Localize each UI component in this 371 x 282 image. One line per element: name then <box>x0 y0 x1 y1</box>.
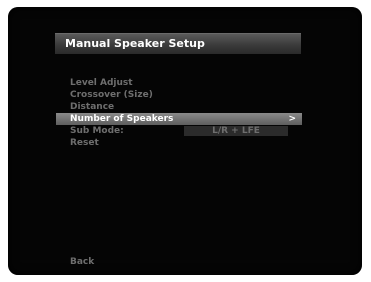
menu-item-label: Sub Mode: <box>70 126 124 136</box>
menu-item-number-of-speakers[interactable]: Number of Speakers > <box>56 113 302 125</box>
menu-item-label: Reset <box>70 138 99 148</box>
title-bar: Manual Speaker Setup <box>55 33 301 54</box>
page-title: Manual Speaker Setup <box>65 37 205 50</box>
speaker-setup-menu: Level Adjust Crossover (Size) Distance N… <box>56 77 302 149</box>
menu-item-level-adjust[interactable]: Level Adjust <box>62 77 302 89</box>
menu-item-distance[interactable]: Distance <box>62 101 302 113</box>
back-button[interactable]: Back <box>70 257 94 267</box>
display-frame: Manual Speaker Setup Level Adjust Crosso… <box>0 0 371 282</box>
menu-item-label: Level Adjust <box>70 78 133 88</box>
chevron-right-icon: > <box>288 114 296 124</box>
menu-item-sub-mode[interactable]: Sub Mode: L/R + LFE <box>62 125 302 137</box>
sub-mode-value[interactable]: L/R + LFE <box>184 126 288 136</box>
menu-item-label: Distance <box>70 102 115 112</box>
menu-item-reset[interactable]: Reset <box>62 137 302 149</box>
menu-item-label: Crossover (Size) <box>70 90 153 100</box>
menu-item-label: Number of Speakers <box>70 114 174 124</box>
menu-item-crossover-size[interactable]: Crossover (Size) <box>62 89 302 101</box>
